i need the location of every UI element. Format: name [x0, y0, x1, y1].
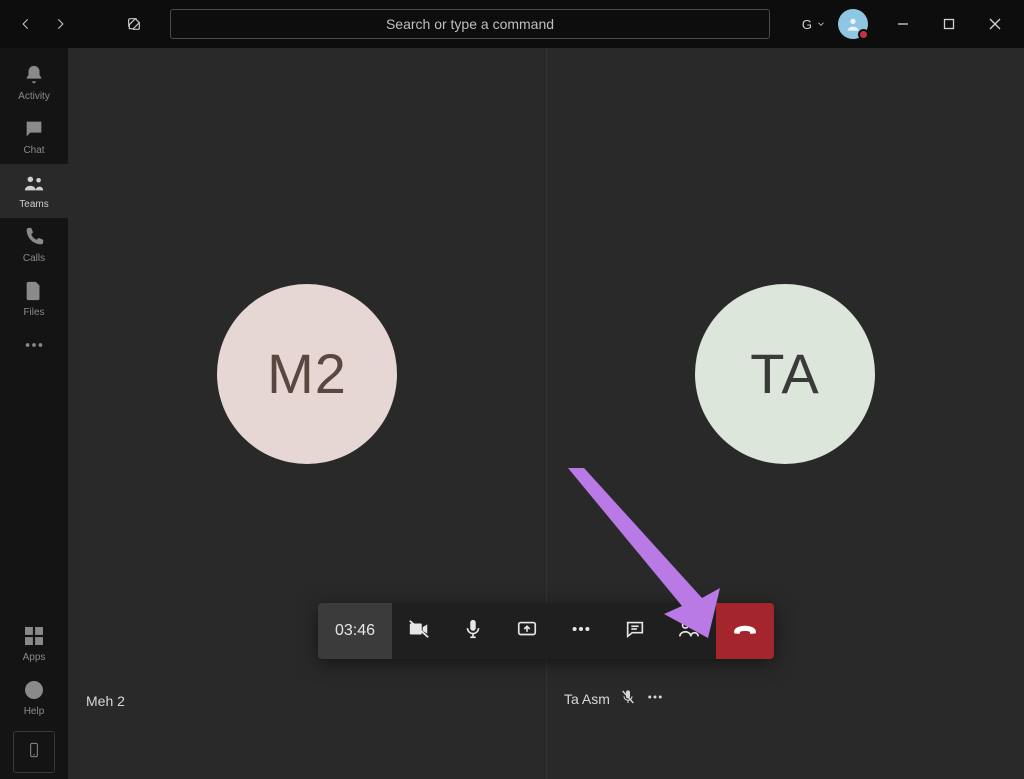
share-icon: [516, 618, 538, 645]
share-screen-button[interactable]: [500, 603, 554, 659]
rail-label: Help: [24, 706, 45, 717]
new-chat-button[interactable]: [120, 10, 148, 38]
apps-icon: [23, 625, 45, 650]
camera-off-icon: [408, 618, 430, 645]
search-bar[interactable]: [170, 9, 770, 39]
rail-item-chat[interactable]: Chat: [0, 110, 68, 164]
maximize-button[interactable]: [926, 8, 972, 40]
back-button[interactable]: [12, 10, 40, 38]
help-icon: [23, 679, 45, 704]
search-input[interactable]: [183, 16, 757, 32]
rail-label: Files: [23, 307, 44, 318]
close-button[interactable]: [972, 8, 1018, 40]
camera-toggle-button[interactable]: [392, 603, 446, 659]
hang-up-button[interactable]: [716, 603, 774, 659]
rail-item-more[interactable]: [0, 326, 68, 366]
more-icon: [570, 618, 592, 645]
mobile-icon: [26, 739, 42, 766]
rail-label: Teams: [19, 199, 48, 210]
app-body: Activity Chat Teams Calls Files: [0, 48, 1024, 779]
meeting-stage: M2 Meh 2 TA Ta Asm: [68, 48, 1024, 779]
rail-item-mobile[interactable]: [13, 731, 55, 773]
call-timer-text: 03:46: [335, 622, 375, 640]
participant-name-strip: Ta Asm: [564, 688, 664, 709]
rail-label: Calls: [23, 253, 45, 264]
participant-name: Meh 2: [86, 693, 125, 709]
forward-button[interactable]: [46, 10, 74, 38]
chat-icon: [23, 118, 45, 143]
rail-item-help[interactable]: Help: [0, 671, 68, 725]
participant-name-strip: Meh 2: [86, 693, 125, 709]
org-label: G: [802, 17, 812, 32]
more-actions-button[interactable]: [554, 603, 608, 659]
mic-toggle-button[interactable]: [446, 603, 500, 659]
app-rail: Activity Chat Teams Calls Files: [0, 48, 68, 779]
phone-icon: [23, 226, 45, 251]
participant-tile-0[interactable]: M2 Meh 2: [68, 48, 546, 779]
rail-item-calls[interactable]: Calls: [0, 218, 68, 272]
participant-avatar: M2: [217, 284, 397, 464]
rail-label: Activity: [18, 91, 50, 102]
teams-window: G Activity: [0, 0, 1024, 779]
people-icon: [678, 618, 700, 645]
title-bar: G: [0, 0, 1024, 48]
org-switcher[interactable]: G: [802, 17, 826, 32]
rail-item-activity[interactable]: Activity: [0, 56, 68, 110]
rail-item-files[interactable]: Files: [0, 272, 68, 326]
files-icon: [23, 280, 45, 305]
participant-initials: TA: [750, 341, 819, 406]
rail-item-teams[interactable]: Teams: [0, 164, 68, 218]
minimize-button[interactable]: [880, 8, 926, 40]
participant-tile-1[interactable]: TA Ta Asm: [546, 48, 1024, 779]
participant-name: Ta Asm: [564, 691, 610, 707]
muted-icon: [620, 689, 636, 708]
rail-item-apps[interactable]: Apps: [0, 617, 68, 671]
teams-icon: [23, 172, 45, 197]
chat-icon: [624, 618, 646, 645]
more-icon: [23, 334, 45, 359]
rail-label: Chat: [23, 145, 44, 156]
participant-initials: M2: [267, 341, 347, 406]
call-control-bar: 03:46: [318, 603, 774, 659]
participant-avatar: TA: [695, 284, 875, 464]
bell-icon: [23, 64, 45, 89]
show-conversation-button[interactable]: [608, 603, 662, 659]
rail-bottom: Apps Help: [0, 617, 68, 779]
microphone-icon: [462, 618, 484, 645]
show-participants-button[interactable]: [662, 603, 716, 659]
presence-indicator: [858, 29, 869, 40]
profile-avatar[interactable]: [838, 9, 868, 39]
participant-more-button[interactable]: [646, 688, 664, 709]
nav-arrows: [12, 10, 74, 38]
hang-up-icon: [732, 616, 758, 647]
title-bar-right: G: [802, 8, 1018, 40]
call-timer: 03:46: [318, 603, 392, 659]
rail-label: Apps: [23, 652, 46, 663]
